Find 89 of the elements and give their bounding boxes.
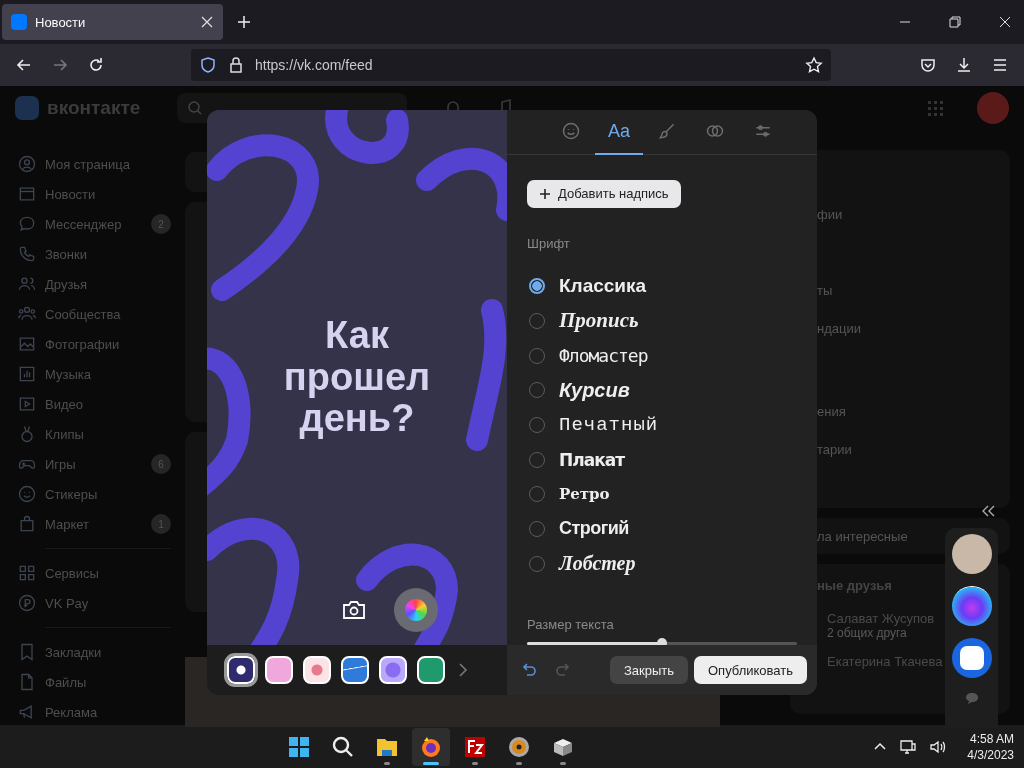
friend-name[interactable]: Екатерина Ткачева	[827, 654, 1010, 669]
sidebar-item[interactable]: Звонки	[17, 239, 185, 269]
add-text-button[interactable]: Добавить надпись	[527, 179, 681, 208]
editor-tab[interactable]: Aa	[595, 110, 643, 155]
sidebar-item[interactable]: Друзья	[17, 269, 185, 299]
vk-logo-icon	[11, 14, 27, 30]
background-swatch[interactable]	[265, 656, 293, 684]
camera-icon[interactable]	[342, 600, 366, 620]
address-bar[interactable]: https://vk.com/feed	[191, 49, 831, 81]
taskbar-button[interactable]	[411, 727, 450, 766]
apps-icon	[17, 563, 37, 583]
sidebar-item[interactable]: Моя страница	[17, 149, 185, 179]
phone-icon	[17, 244, 37, 264]
sidebar-item[interactable]: Стикеры	[17, 479, 185, 509]
chat-bubble-icon	[17, 214, 37, 234]
profile-icon	[17, 154, 37, 174]
restore-icon[interactable]	[948, 15, 962, 29]
browser-tab[interactable]: Новости	[2, 4, 223, 40]
assistant-orb-icon[interactable]	[951, 586, 992, 626]
menu-item[interactable]: ты	[817, 283, 1010, 321]
clock-time[interactable]: 4:58 AM	[969, 731, 1014, 746]
sidebar-item[interactable]: Реклама	[17, 697, 185, 727]
network-icon[interactable]	[899, 737, 918, 756]
sidebar-item[interactable]: Файлы	[17, 667, 185, 697]
reload-icon[interactable]	[87, 56, 105, 74]
font-option[interactable]: Фломастер	[527, 338, 797, 373]
close-icon[interactable]	[200, 15, 214, 29]
sidebar-item[interactable]: VK Pay	[17, 588, 185, 618]
sidebar-item[interactable]: Новости	[17, 179, 185, 209]
color-picker-button[interactable]	[394, 588, 438, 632]
background-swatch[interactable]	[341, 656, 369, 684]
menu-item[interactable]: фии	[817, 207, 1010, 245]
sidebar-item[interactable]: Сообщества	[17, 299, 185, 329]
suggestion-text[interactable]: ла интересные	[817, 528, 1010, 544]
font-option[interactable]: Ретро	[527, 476, 797, 512]
double-chevron-icon[interactable]	[980, 505, 996, 517]
sidebar-item[interactable]: Сервисы	[17, 558, 185, 588]
pocket-icon[interactable]	[919, 56, 937, 74]
avatar[interactable]	[951, 534, 992, 574]
close-button[interactable]: Закрыть	[609, 656, 688, 684]
star-icon[interactable]	[805, 56, 823, 74]
publish-button[interactable]: Опубликовать	[694, 656, 807, 684]
smiley-icon	[561, 121, 581, 142]
close-icon[interactable]	[998, 15, 1012, 29]
smiley-icon	[17, 484, 37, 504]
background-swatch[interactable]	[303, 656, 331, 684]
chevron-right-icon[interactable]	[457, 662, 469, 678]
font-option[interactable]: Пропись	[527, 303, 797, 339]
plus-icon	[539, 187, 551, 200]
sidebar-item[interactable]: Видео	[17, 389, 185, 419]
story-text[interactable]: Как прошел день?	[267, 314, 447, 441]
disc-icon	[506, 734, 531, 759]
font-option[interactable]: Классика	[527, 268, 797, 304]
tab-title: Новости	[35, 14, 87, 30]
search-icon	[330, 734, 355, 759]
shield-icon	[199, 56, 217, 74]
section-label: Шрифт	[527, 235, 571, 251]
background-swatch[interactable]	[227, 656, 255, 684]
clock-date[interactable]: 4/3/2023	[967, 747, 1014, 762]
section-label: Размер текста	[527, 617, 615, 632]
mutual-friends-text: 2 общих друга	[827, 626, 908, 640]
search-icon	[187, 100, 203, 116]
windows-logo-icon	[286, 734, 311, 759]
sidebar-item[interactable]: Фотографии	[17, 329, 185, 359]
equalizer-icon	[17, 364, 37, 384]
new-tab-icon[interactable]	[237, 15, 251, 29]
sidebar-item[interactable]: Клипы	[17, 419, 185, 449]
menu-item[interactable]: ндации	[817, 321, 1010, 359]
vk-logo-icon[interactable]	[951, 638, 992, 678]
sidebar-item[interactable]: Закладки	[17, 637, 185, 667]
font-option[interactable]: Плакат	[527, 442, 797, 477]
menu-item[interactable]: тарии	[817, 442, 1010, 480]
background-swatch[interactable]	[417, 656, 445, 684]
font-option[interactable]: Курсив	[527, 372, 797, 408]
menu-item[interactable]: ения	[817, 404, 1010, 442]
download-icon[interactable]	[955, 56, 973, 74]
radio-button[interactable]	[529, 278, 545, 295]
lock-icon	[227, 56, 245, 74]
coin-icon	[17, 593, 37, 613]
fz-logo-icon	[462, 734, 487, 759]
sidebar-item[interactable]: Музыка	[17, 359, 185, 389]
friend-name[interactable]: Салават Жусупов	[827, 611, 1010, 626]
font-option[interactable]: Лобстер	[527, 546, 797, 581]
font-option[interactable]: Строгий	[527, 511, 797, 547]
menu-icon[interactable]	[991, 56, 1009, 74]
background-swatch[interactable]	[379, 656, 407, 684]
undo-icon[interactable]	[521, 661, 539, 679]
url-text: https://vk.com/feed	[255, 57, 373, 73]
font-option[interactable]: Печатный	[527, 407, 797, 443]
